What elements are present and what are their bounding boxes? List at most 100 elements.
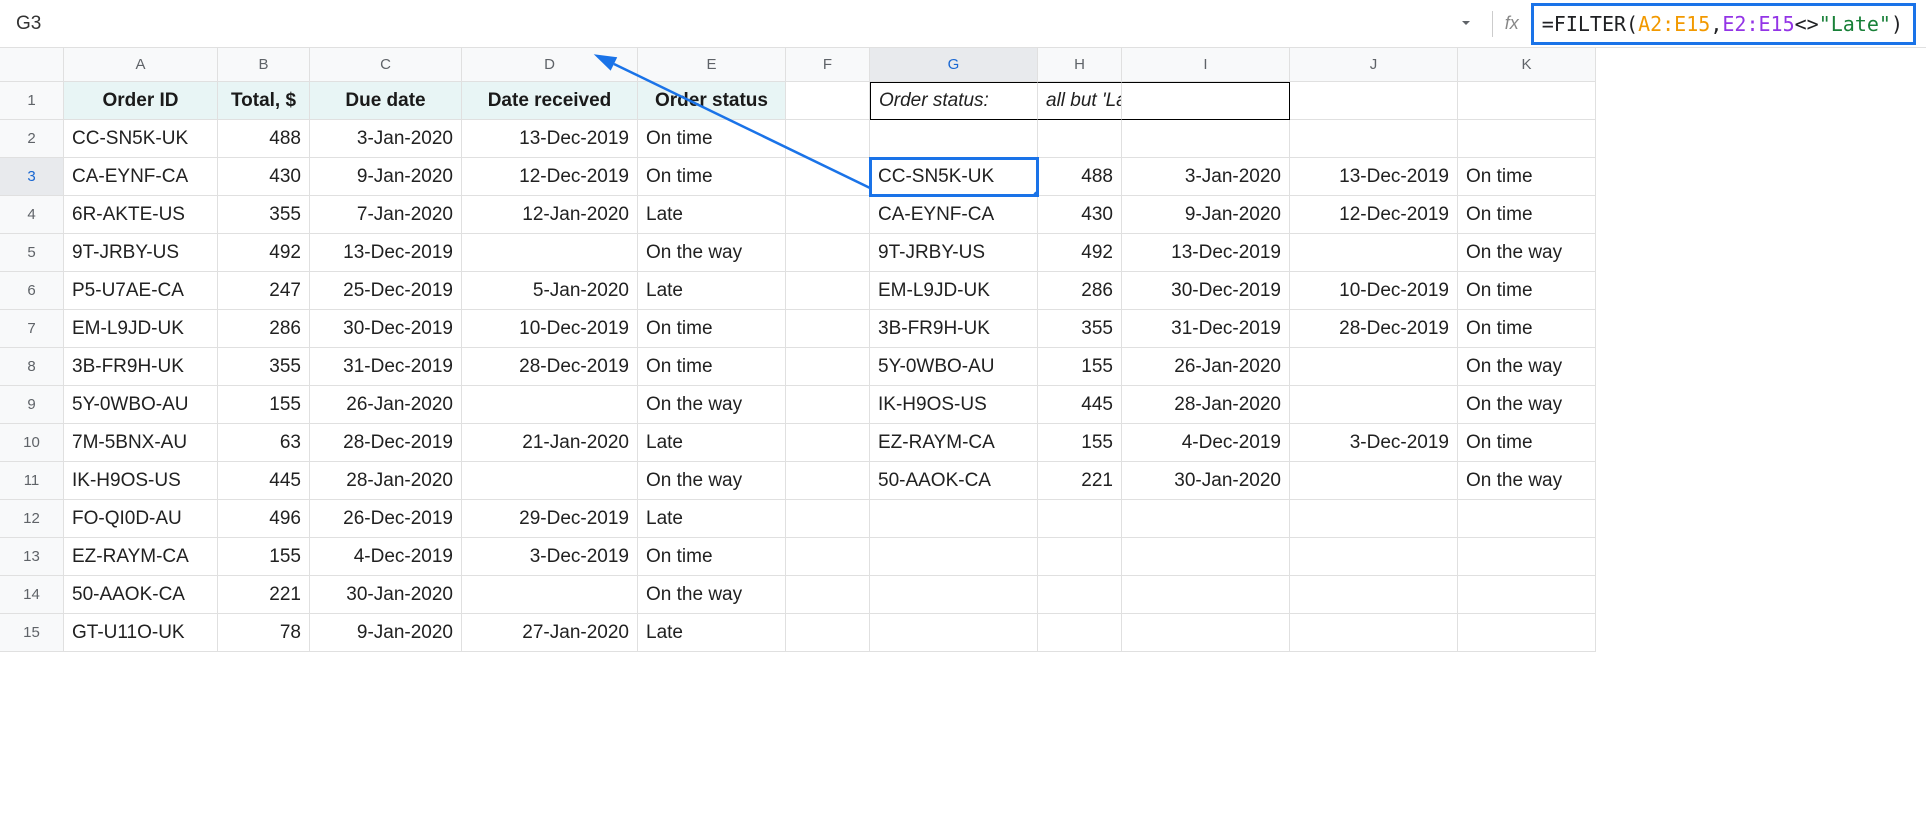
col-header-F[interactable]: F [786, 48, 870, 82]
cell-E8[interactable]: On time [638, 348, 786, 386]
cell-F7[interactable] [786, 310, 870, 348]
cell-C10[interactable]: 28-Dec-2019 [310, 424, 462, 462]
cell-A14[interactable]: 50-AAOK-CA [64, 576, 218, 614]
row-header-7[interactable]: 7 [0, 310, 64, 348]
cell-F1[interactable] [786, 82, 870, 120]
cell-G10[interactable]: EZ-RAYM-CA [870, 424, 1038, 462]
cell-G14[interactable] [870, 576, 1038, 614]
cell-K4[interactable]: On time [1458, 196, 1596, 234]
row-header-11[interactable]: 11 [0, 462, 64, 500]
col-header-G[interactable]: G [870, 48, 1038, 82]
cell-I14[interactable] [1122, 576, 1290, 614]
cell-A11[interactable]: IK-H9OS-US [64, 462, 218, 500]
cell-K9[interactable]: On the way [1458, 386, 1596, 424]
cell-E10[interactable]: Late [638, 424, 786, 462]
cell-E13[interactable]: On time [638, 538, 786, 576]
cell-C13[interactable]: 4-Dec-2019 [310, 538, 462, 576]
cell-B13[interactable]: 155 [218, 538, 310, 576]
cell-B10[interactable]: 63 [218, 424, 310, 462]
cell-B3[interactable]: 430 [218, 158, 310, 196]
cell-C12[interactable]: 26-Dec-2019 [310, 500, 462, 538]
cell-D7[interactable]: 10-Dec-2019 [462, 310, 638, 348]
cell-K6[interactable]: On time [1458, 272, 1596, 310]
cell-F4[interactable] [786, 196, 870, 234]
row-header-5[interactable]: 5 [0, 234, 64, 272]
cell-E7[interactable]: On time [638, 310, 786, 348]
cell-A10[interactable]: 7M-5BNX-AU [64, 424, 218, 462]
col-header-C[interactable]: C [310, 48, 462, 82]
cell-F8[interactable] [786, 348, 870, 386]
grid[interactable]: ABCDEFGHIJK1Order IDTotal, $Due dateDate… [0, 48, 1926, 652]
cell-F14[interactable] [786, 576, 870, 614]
cell-B12[interactable]: 496 [218, 500, 310, 538]
cell-F2[interactable] [786, 120, 870, 158]
cell-D3[interactable]: 12-Dec-2019 [462, 158, 638, 196]
cell-C11[interactable]: 28-Jan-2020 [310, 462, 462, 500]
col-header-H[interactable]: H [1038, 48, 1122, 82]
cell-J6[interactable]: 10-Dec-2019 [1290, 272, 1458, 310]
cell-I5[interactable]: 13-Dec-2019 [1122, 234, 1290, 272]
cell-C3[interactable]: 9-Jan-2020 [310, 158, 462, 196]
cell-K1[interactable] [1458, 82, 1596, 120]
cell-I4[interactable]: 9-Jan-2020 [1122, 196, 1290, 234]
cell-B4[interactable]: 355 [218, 196, 310, 234]
cell-G11[interactable]: 50-AAOK-CA [870, 462, 1038, 500]
col-header-J[interactable]: J [1290, 48, 1458, 82]
cell-C14[interactable]: 30-Jan-2020 [310, 576, 462, 614]
cell-H11[interactable]: 221 [1038, 462, 1122, 500]
cell-H1[interactable]: all but 'Late' [1038, 82, 1122, 120]
row-header-4[interactable]: 4 [0, 196, 64, 234]
cell-A1[interactable]: Order ID [64, 82, 218, 120]
cell-K5[interactable]: On the way [1458, 234, 1596, 272]
cell-A5[interactable]: 9T-JRBY-US [64, 234, 218, 272]
cell-K10[interactable]: On time [1458, 424, 1596, 462]
cell-K14[interactable] [1458, 576, 1596, 614]
cell-H5[interactable]: 492 [1038, 234, 1122, 272]
row-header-1[interactable]: 1 [0, 82, 64, 120]
cell-E9[interactable]: On the way [638, 386, 786, 424]
col-header-A[interactable]: A [64, 48, 218, 82]
cell-J9[interactable] [1290, 386, 1458, 424]
cell-G12[interactable] [870, 500, 1038, 538]
cell-I10[interactable]: 4-Dec-2019 [1122, 424, 1290, 462]
cell-G3[interactable]: CC-SN5K-UK [870, 158, 1038, 196]
cell-J8[interactable] [1290, 348, 1458, 386]
cell-I9[interactable]: 28-Jan-2020 [1122, 386, 1290, 424]
cell-A12[interactable]: FO-QI0D-AU [64, 500, 218, 538]
cell-B5[interactable]: 492 [218, 234, 310, 272]
cell-J2[interactable] [1290, 120, 1458, 158]
cell-F10[interactable] [786, 424, 870, 462]
cell-B9[interactable]: 155 [218, 386, 310, 424]
cell-E14[interactable]: On the way [638, 576, 786, 614]
cell-H13[interactable] [1038, 538, 1122, 576]
cell-C6[interactable]: 25-Dec-2019 [310, 272, 462, 310]
cell-B1[interactable]: Total, $ [218, 82, 310, 120]
cell-H7[interactable]: 355 [1038, 310, 1122, 348]
cell-J10[interactable]: 3-Dec-2019 [1290, 424, 1458, 462]
cell-D8[interactable]: 28-Dec-2019 [462, 348, 638, 386]
row-header-8[interactable]: 8 [0, 348, 64, 386]
cell-C2[interactable]: 3-Jan-2020 [310, 120, 462, 158]
cell-H6[interactable]: 286 [1038, 272, 1122, 310]
cell-K8[interactable]: On the way [1458, 348, 1596, 386]
cell-D15[interactable]: 27-Jan-2020 [462, 614, 638, 652]
cell-D5[interactable] [462, 234, 638, 272]
cell-E6[interactable]: Late [638, 272, 786, 310]
cell-F5[interactable] [786, 234, 870, 272]
cell-B14[interactable]: 221 [218, 576, 310, 614]
cell-D9[interactable] [462, 386, 638, 424]
cell-I11[interactable]: 30-Jan-2020 [1122, 462, 1290, 500]
cell-J11[interactable] [1290, 462, 1458, 500]
cell-G7[interactable]: 3B-FR9H-UK [870, 310, 1038, 348]
cell-G13[interactable] [870, 538, 1038, 576]
cell-F13[interactable] [786, 538, 870, 576]
cell-I8[interactable]: 26-Jan-2020 [1122, 348, 1290, 386]
row-header-3[interactable]: 3 [0, 158, 64, 196]
cell-B6[interactable]: 247 [218, 272, 310, 310]
col-header-E[interactable]: E [638, 48, 786, 82]
cell-K2[interactable] [1458, 120, 1596, 158]
cell-C15[interactable]: 9-Jan-2020 [310, 614, 462, 652]
cell-H9[interactable]: 445 [1038, 386, 1122, 424]
cell-C5[interactable]: 13-Dec-2019 [310, 234, 462, 272]
cell-B11[interactable]: 445 [218, 462, 310, 500]
